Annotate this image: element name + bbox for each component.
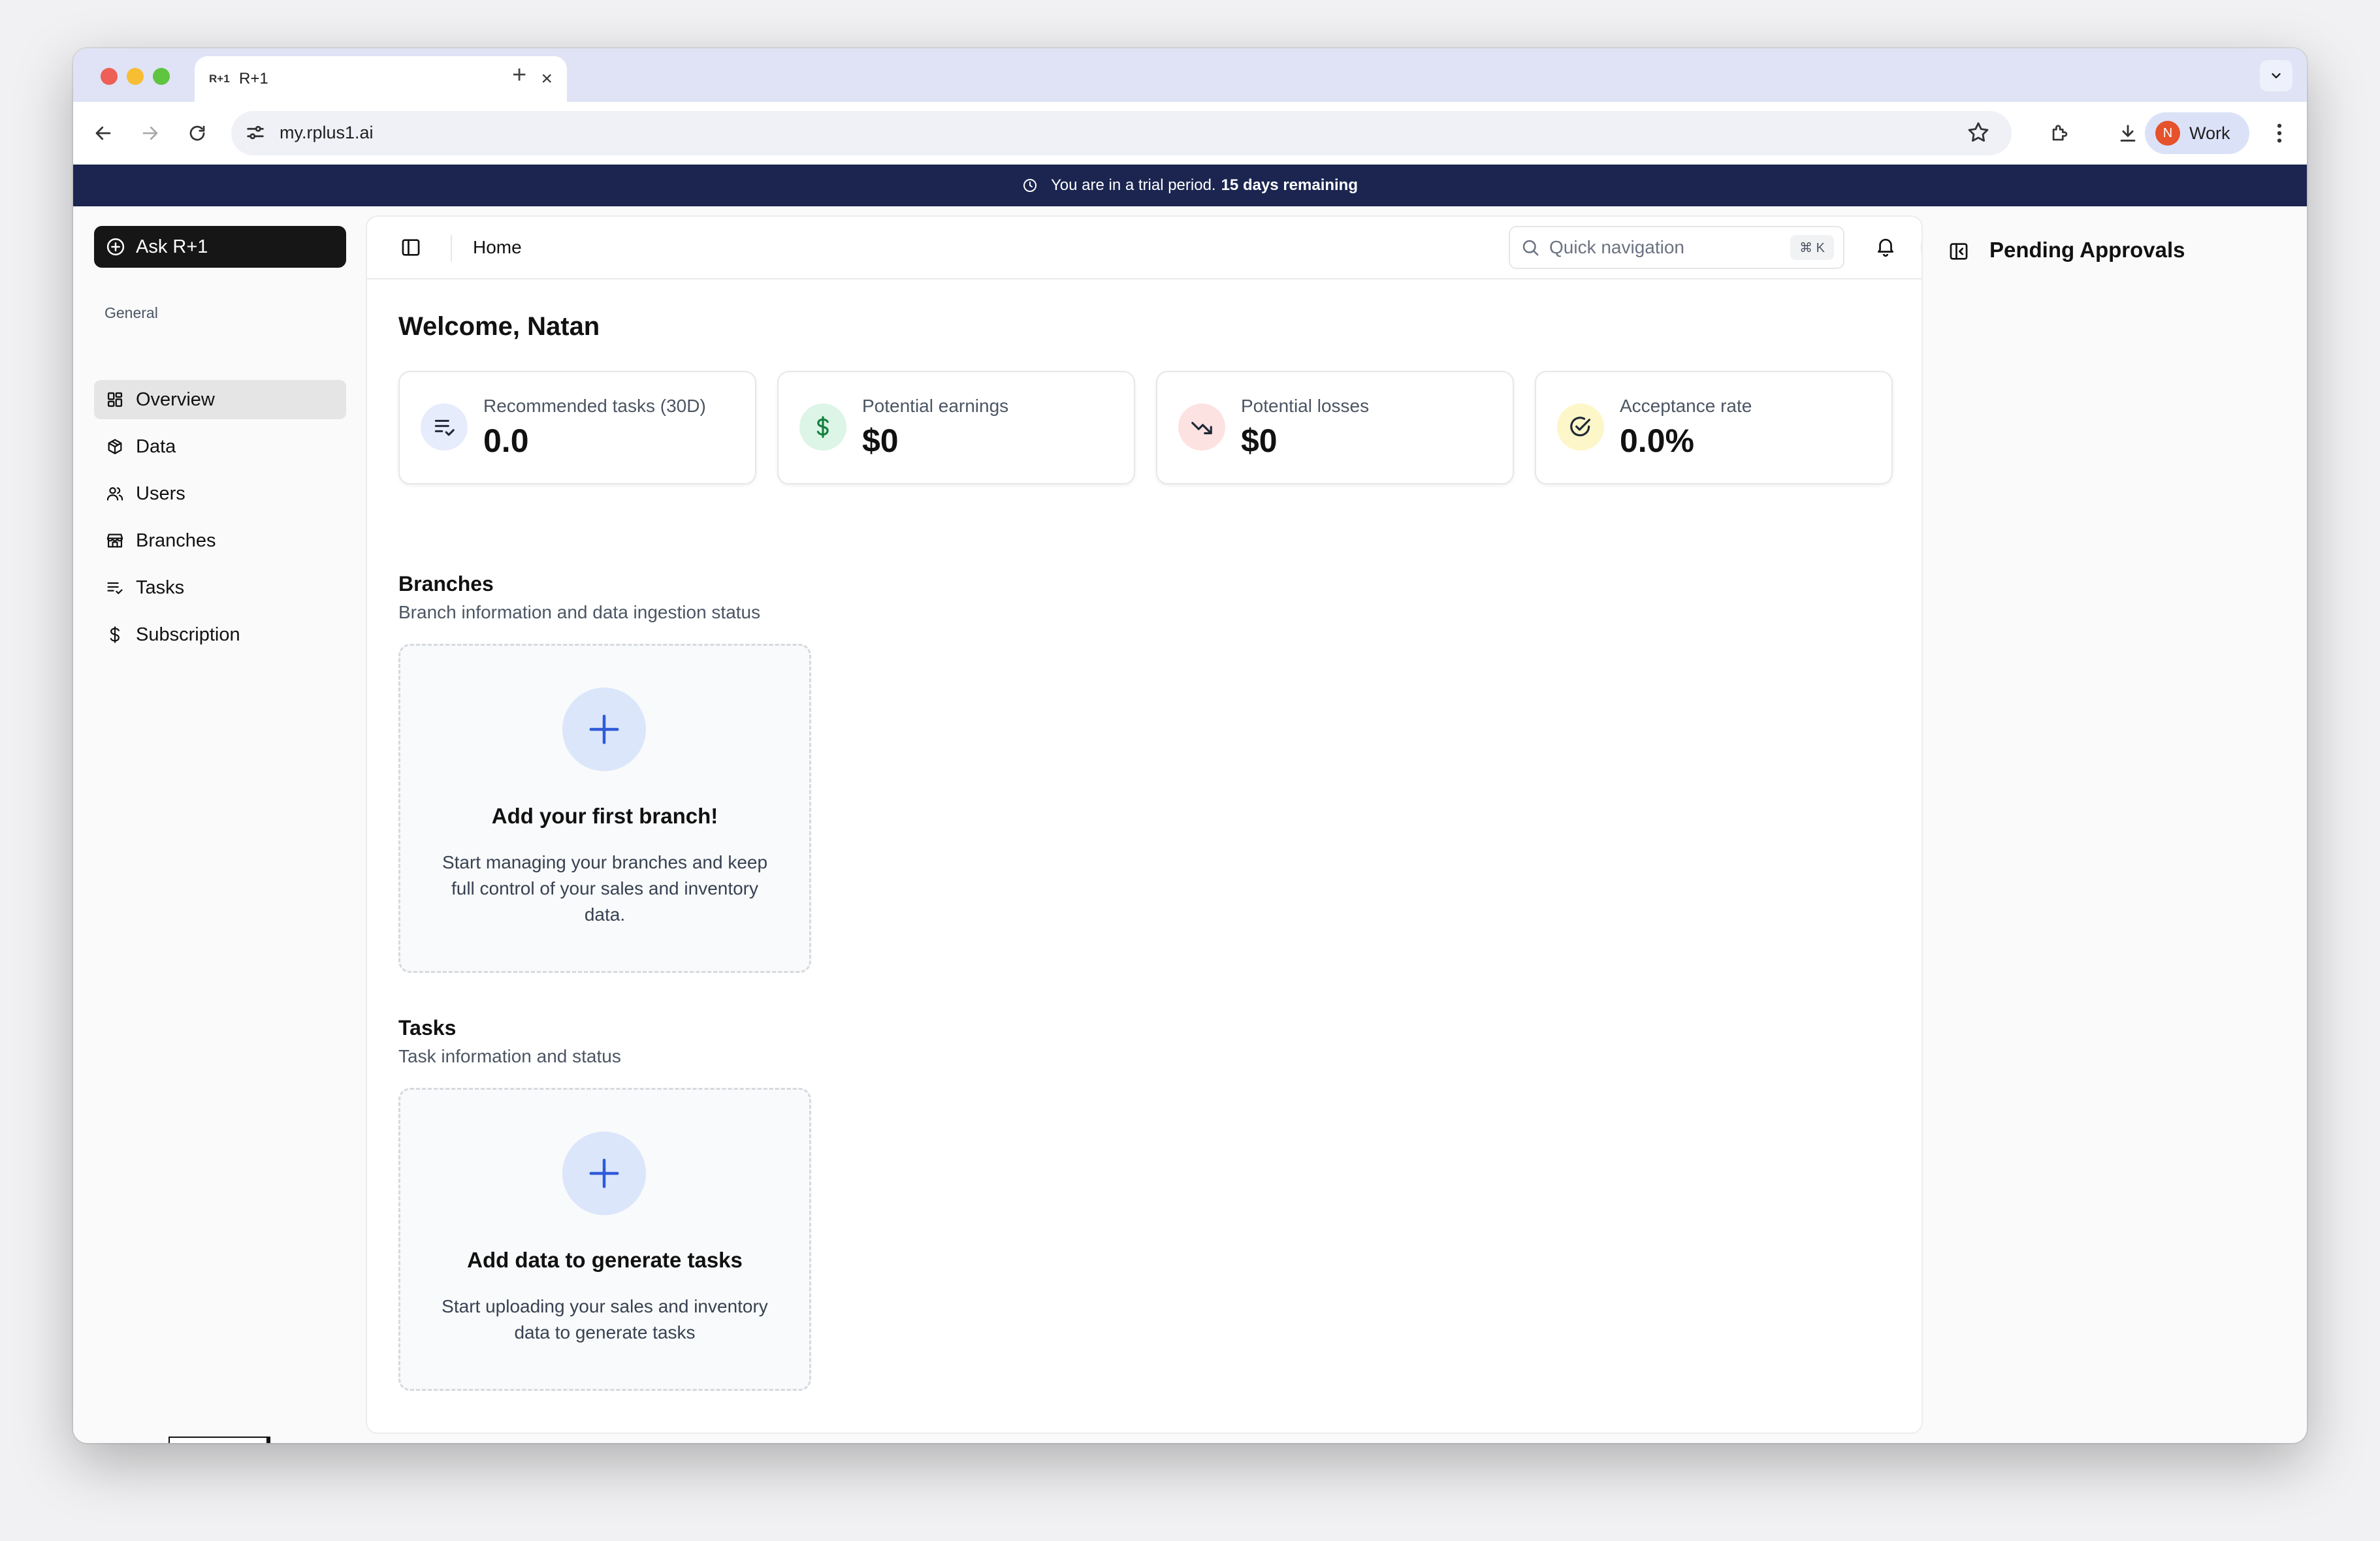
breadcrumb[interactable]: Home xyxy=(473,237,522,258)
check-circle-icon xyxy=(1557,404,1604,451)
kpi-label: Potential earnings xyxy=(862,396,1009,416)
users-icon xyxy=(105,483,125,504)
page-title: Welcome, Natan xyxy=(398,312,600,341)
main-panel: Home Quick navigation ⌘ K NF Welcome, Na… xyxy=(366,215,1923,1434)
kpi-value: $0 xyxy=(862,422,899,459)
address-bar[interactable]: my.rplus1.ai xyxy=(231,111,2012,155)
browser-toolbar: my.rplus1.ai N Work xyxy=(73,102,2307,165)
package-icon xyxy=(105,436,125,457)
plus-circle-icon xyxy=(106,237,125,257)
tasks-section-title: Tasks xyxy=(398,1016,457,1040)
add-branch-card[interactable]: Add your first branch! Start managing yo… xyxy=(398,644,811,973)
sidebar-item-label: Users xyxy=(136,483,185,504)
dollar-icon xyxy=(799,404,846,451)
ask-r1-label: Ask R+1 xyxy=(136,236,208,257)
trial-banner: You are in a trial period. 15 days remai… xyxy=(73,165,2307,206)
clock-icon xyxy=(1022,178,1038,193)
kpi-card-potential-losses: Potential losses $0 xyxy=(1156,371,1514,485)
close-window-button[interactable] xyxy=(101,68,118,85)
add-data-description: Start uploading your sales and inventory… xyxy=(442,1296,768,1342)
plus-icon xyxy=(589,714,619,744)
sidebar-item-users[interactable]: Users xyxy=(94,474,346,513)
user-avatar[interactable]: NF xyxy=(1920,226,1922,269)
maximize-window-button[interactable] xyxy=(153,68,170,85)
branches-section-description: Branch information and data ingestion st… xyxy=(398,602,761,622)
kpi-label: Potential losses xyxy=(1241,396,1370,416)
kpi-card-acceptance-rate: Acceptance rate 0.0% xyxy=(1535,371,1893,485)
new-tab-icon[interactable]: + xyxy=(512,63,526,87)
sidebar-item-label: Tasks xyxy=(136,577,185,598)
dollar-icon xyxy=(105,624,125,645)
chevron-down-icon xyxy=(2272,73,2281,78)
store-icon xyxy=(105,530,125,551)
browser-window: R+1 R+1 × + my.rplus1.ai N Work You are … xyxy=(73,48,2307,1443)
sidebar: Ask R+1 General Overview Data Users Bran… xyxy=(73,206,366,1443)
tab-favicon: R+1 xyxy=(209,72,230,85)
browser-tab[interactable]: R+1 R+1 × xyxy=(195,56,567,102)
sidebar-item-subscription[interactable]: Subscription xyxy=(94,615,346,654)
search-placeholder: Quick navigation xyxy=(1549,237,1685,257)
add-branch-title: Add your first branch! xyxy=(491,804,718,828)
kpi-card-potential-earnings: Potential earnings $0 xyxy=(777,371,1135,485)
pending-approvals-title: Pending Approvals xyxy=(1989,238,2185,262)
minimize-window-button[interactable] xyxy=(127,68,144,85)
kpi-value: $0 xyxy=(1241,422,1278,459)
extensions-icon[interactable] xyxy=(2047,120,2073,146)
sidebar-item-branches[interactable]: Branches xyxy=(94,521,346,560)
sidebar-item-data[interactable]: Data xyxy=(94,427,346,466)
bell-icon[interactable] xyxy=(1874,235,1897,261)
kpi-label: Recommended tasks (30D) xyxy=(483,396,706,416)
profile-name: Work xyxy=(2189,123,2230,143)
branches-section-title: Branches xyxy=(398,572,494,596)
sidebar-item-overview[interactable]: Overview xyxy=(94,380,346,419)
sidebar-item-label: Overview xyxy=(136,389,215,410)
add-data-card[interactable]: Add data to generate tasks Start uploadi… xyxy=(398,1088,811,1391)
reload-icon[interactable] xyxy=(184,120,210,146)
sidebar-section-general: General xyxy=(105,304,158,321)
kpi-label: Acceptance rate xyxy=(1620,396,1752,416)
grid-icon xyxy=(105,389,125,410)
sidebar-toggle-icon[interactable] xyxy=(400,236,422,262)
tab-search-button[interactable] xyxy=(2260,60,2292,91)
quick-navigation-search[interactable]: Quick navigation ⌘ K xyxy=(1509,226,1844,269)
bookmark-star-icon[interactable] xyxy=(1966,120,1991,145)
back-icon[interactable] xyxy=(90,120,116,146)
kpi-value: 0.0 xyxy=(483,422,529,459)
sidebar-item-label: Data xyxy=(136,436,176,457)
list-check-icon xyxy=(105,577,125,598)
downloads-icon[interactable] xyxy=(2115,120,2141,146)
tasks-section-description: Task information and status xyxy=(398,1046,621,1066)
list-check-icon xyxy=(421,404,468,451)
header-divider xyxy=(451,235,452,261)
sidebar-item-label: Branches xyxy=(136,530,216,551)
ask-r1-button[interactable]: Ask R+1 xyxy=(94,226,346,268)
profile-avatar: N xyxy=(2155,121,2180,146)
site-settings-icon[interactable] xyxy=(244,121,266,144)
r1-logo: R+1 xyxy=(169,1437,270,1443)
tab-title: R+1 xyxy=(239,70,268,87)
panel-toggle-icon[interactable] xyxy=(1948,240,1970,266)
trial-days-remaining: 15 days remaining xyxy=(1221,176,1359,194)
browser-menu-icon[interactable] xyxy=(2266,120,2292,146)
trending-down-icon xyxy=(1178,404,1225,451)
url-text: my.rplus1.ai xyxy=(280,123,374,142)
search-icon xyxy=(1522,240,1539,256)
sidebar-item-label: Subscription xyxy=(136,624,240,645)
add-data-button[interactable] xyxy=(562,1132,646,1215)
plus-icon xyxy=(589,1158,619,1188)
kpi-card-recommended-tasks: Recommended tasks (30D) 0.0 xyxy=(398,371,756,485)
tab-strip: R+1 R+1 × + xyxy=(73,48,2307,102)
profile-button[interactable]: N Work xyxy=(2145,112,2249,154)
kpi-value: 0.0% xyxy=(1620,422,1694,459)
trial-text: You are in a trial period. xyxy=(1050,176,1216,194)
main-header: Home Quick navigation ⌘ K NF xyxy=(367,217,1922,279)
sidebar-item-tasks[interactable]: Tasks xyxy=(94,568,346,607)
forward-icon[interactable] xyxy=(137,120,163,146)
tab-close-icon[interactable]: × xyxy=(541,69,553,89)
add-data-title: Add data to generate tasks xyxy=(467,1248,743,1272)
keyboard-shortcut-badge: ⌘ K xyxy=(1790,235,1834,260)
add-branch-button[interactable] xyxy=(562,688,646,771)
add-branch-description: Start managing your branches and keep fu… xyxy=(442,852,768,925)
